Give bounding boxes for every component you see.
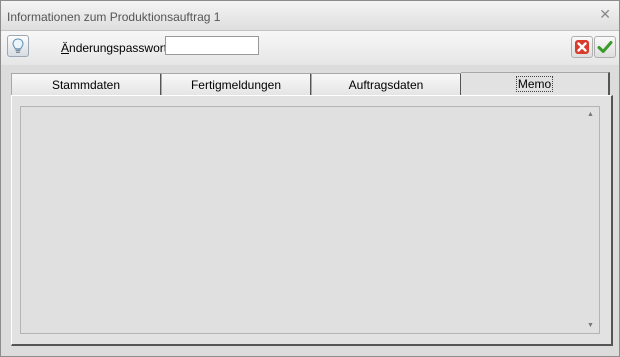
tab-panel-memo: ▲ ▼	[11, 95, 613, 346]
tab-auftragsdaten[interactable]: Auftragsdaten	[311, 73, 462, 95]
tab-memo[interactable]: Memo	[461, 72, 610, 96]
tab-stammdaten[interactable]: Stammdaten	[11, 73, 162, 95]
tab-memo-label: Memo	[515, 76, 554, 92]
checkmark-icon	[597, 41, 613, 53]
tab-fertigmeldungen[interactable]: Fertigmeldungen	[161, 73, 312, 95]
hint-button[interactable]	[7, 35, 29, 57]
title-bar: Informationen zum Produktionsauftrag 1 ✕	[1, 1, 619, 31]
cancel-button[interactable]	[571, 36, 593, 58]
memo-scrollbar[interactable]: ▲ ▼	[583, 107, 599, 333]
close-icon[interactable]: ✕	[599, 6, 611, 23]
password-label: Änderungspasswort	[61, 41, 168, 55]
lightbulb-icon	[12, 38, 24, 53]
password-input[interactable]	[165, 36, 259, 55]
window-bottom-edge	[1, 347, 619, 356]
scroll-down-arrow-icon[interactable]: ▼	[587, 322, 594, 329]
ok-button[interactable]	[594, 36, 616, 58]
dialog-window: Informationen zum Produktionsauftrag 1 ✕…	[0, 0, 620, 357]
toolbar: Änderungspasswort	[1, 31, 619, 65]
memo-textarea[interactable]: ▲ ▼	[20, 106, 600, 334]
scroll-up-arrow-icon[interactable]: ▲	[587, 111, 594, 118]
cancel-icon	[575, 40, 589, 54]
window-title: Informationen zum Produktionsauftrag 1	[7, 10, 221, 24]
